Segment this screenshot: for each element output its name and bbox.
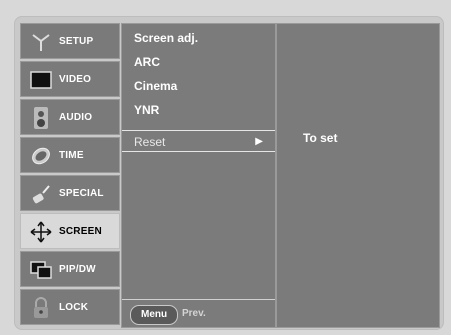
to-set-text: To set — [303, 131, 338, 145]
menu-item-pip-dw[interactable]: PIP/DW — [20, 251, 120, 287]
speaker-icon — [29, 106, 53, 130]
menu-item-special[interactable]: SPECIAL — [20, 175, 120, 211]
menu-label: SETUP — [59, 36, 94, 47]
reset-label: Reset — [134, 135, 166, 149]
submenu-item-arc[interactable]: ARC — [122, 50, 275, 74]
tv-icon — [29, 68, 53, 92]
submenu-item-cinema[interactable]: Cinema — [122, 74, 275, 98]
menu-label: PIP/DW — [59, 264, 96, 275]
submenu-item-ynr[interactable]: YNR — [122, 98, 275, 122]
antenna-icon — [29, 30, 53, 54]
menu-label: AUDIO — [59, 112, 93, 123]
prev-label: Prev. — [182, 308, 206, 319]
arrow-right-icon: ▶ — [255, 136, 263, 147]
menu-label: VIDEO — [59, 74, 92, 85]
menu-item-setup[interactable]: SETUP — [20, 23, 120, 59]
menu-label: LOCK — [59, 302, 89, 313]
special-icon — [29, 182, 53, 206]
menu-label: SCREEN — [59, 226, 102, 237]
footer-divider — [122, 299, 275, 300]
menu-item-lock[interactable]: LOCK — [20, 289, 120, 325]
pip-icon — [29, 258, 53, 282]
submenu-panel: Screen adj. ARC Cinema YNR Reset ▶ Menu … — [121, 23, 276, 328]
menu-item-video[interactable]: VIDEO — [20, 61, 120, 97]
detail-panel: To set — [276, 23, 440, 328]
menu-item-audio[interactable]: AUDIO — [20, 99, 120, 135]
clock-icon — [29, 144, 53, 168]
menu-item-screen[interactable]: SCREEN — [20, 213, 120, 249]
menu-item-time[interactable]: TIME — [20, 137, 120, 173]
menu-label: TIME — [59, 150, 84, 161]
submenu-item-reset[interactable]: Reset ▶ — [122, 130, 275, 152]
menu-button[interactable]: Menu — [130, 305, 179, 325]
lock-icon — [29, 296, 53, 320]
submenu-item-screen-adj[interactable]: Screen adj. — [122, 26, 275, 50]
menu-label: SPECIAL — [59, 188, 104, 199]
move-arrows-icon — [29, 220, 53, 244]
main-menu: SETUP VIDEO AUDIO TIME SPECIAL SCREEN PI… — [20, 23, 120, 328]
